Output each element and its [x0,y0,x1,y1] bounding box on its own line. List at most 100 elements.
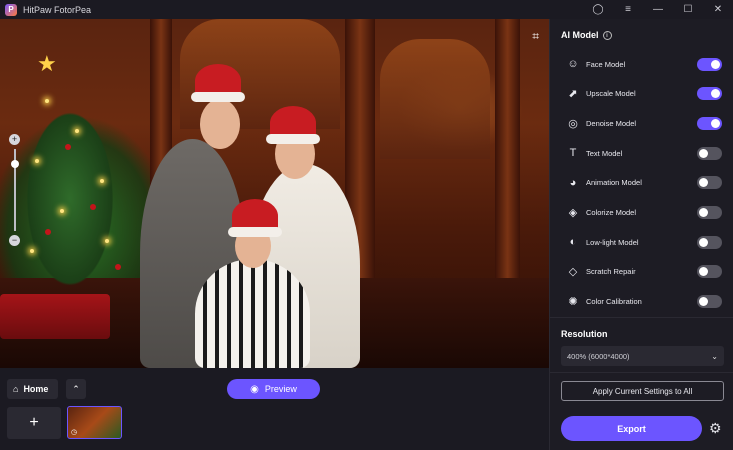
preview-button[interactable]: ◉ Preview [227,379,320,399]
account-icon[interactable]: ◯ [583,0,613,19]
window-controls: ◯ ≡ — ☐ ✕ [583,0,733,19]
model-row[interactable]: T Text Model [566,145,722,161]
model-row[interactable]: ◇ Scratch Repair [566,264,722,280]
toggle-knob [711,118,720,128]
family-photo [140,54,370,368]
model-row[interactable]: ☺ Face Model [566,56,722,72]
model-label: Denoise Model [586,118,637,128]
santa-hat [228,199,282,237]
chevron-up-icon: ⌃ [72,383,80,394]
tree-ornament [65,144,71,150]
home-label: Home [23,384,49,394]
santa-hat [191,64,245,102]
model-toggle[interactable] [697,206,722,219]
model-toggle[interactable] [697,57,722,71]
app-title: HitPaw FotorPea [23,4,92,15]
panel-title: AI Model i [561,30,612,40]
close-button[interactable]: ✕ [703,0,733,19]
model-label: Low-light Model [586,237,639,247]
plus-icon: + [29,414,39,431]
home-icon: ⌂ [13,384,19,394]
toggle-knob [699,208,708,217]
image-canvas[interactable]: ★ ⌗ + − [0,19,549,368]
face-icon: ☺ [567,58,579,70]
export-button[interactable]: Export [561,416,702,441]
resolution-value: 400% (6000*4000) [567,351,630,361]
model-row[interactable]: ◐ Low-light Model [566,234,722,250]
model-row[interactable]: ◈ Colorize Model [566,205,722,221]
apply-to-all-button[interactable]: Apply Current Settings to All [561,381,724,401]
low-light-icon: ◐ [569,236,577,249]
model-label: Upscale Model [586,89,636,99]
model-label: Face Model [586,59,626,69]
toggle-knob [699,297,708,307]
ai-model-panel: AI Model i ☺ Face Model ⬈ Upscale Model ◎ Den… [549,19,733,450]
toggle-knob [711,59,720,69]
model-toggle[interactable] [697,235,722,249]
tree-light [105,239,109,243]
model-row[interactable]: ✺ Color Calibration [566,294,722,310]
gift-boxes [0,294,110,339]
santa-hat [266,106,320,144]
tree-ornament [90,204,96,210]
ai-model-heading: AI Model [561,30,599,40]
app-logo: P [5,3,17,16]
clock-icon: ◷ [71,429,78,436]
tree-light [30,249,34,253]
model-label: Animation Model [586,178,642,188]
tree-ornament [115,264,121,270]
toggle-knob [699,178,708,188]
toggle-knob [699,267,708,277]
preview-label: Preview [264,384,297,394]
model-toggle[interactable] [697,295,722,309]
tree-light [35,159,39,163]
model-row[interactable]: ⬈ Upscale Model [566,86,722,102]
menu-icon[interactable]: ≡ [613,0,643,19]
model-toggle[interactable] [697,87,722,101]
upscale-icon: ⬈ [568,88,578,101]
animation-icon: ◕ [569,176,577,189]
model-label: Colorize Model [586,208,637,217]
resolution-select[interactable]: 400% (6000*4000) ⌄ [561,346,724,366]
background-arch [380,39,490,159]
home-button[interactable]: ⌂ Home [7,379,58,399]
model-toggle[interactable] [697,265,722,279]
tree-light [60,209,64,213]
zoom-track[interactable] [11,149,19,231]
model-row[interactable]: ◎ Denoise Model [566,115,722,131]
eye-icon: ◉ [250,383,259,395]
model-label: Text Model [586,148,623,158]
model-toggle[interactable] [697,146,722,160]
zoom-in-button[interactable]: + [9,134,20,145]
collapse-button[interactable]: ⌃ [66,379,86,399]
crop-icon[interactable]: ⌗ [532,29,539,44]
add-image-button[interactable]: + [7,407,61,439]
tree-light [75,129,79,133]
colorize-icon: ◈ [568,207,578,219]
model-label: Scratch Repair [586,267,636,277]
color-calibration-icon: ✺ [568,296,578,309]
minimize-button[interactable]: — [643,0,673,19]
girl-sweater [195,259,310,368]
image-thumbnail[interactable]: ◷ [67,406,122,439]
maximize-button[interactable]: ☐ [673,0,703,19]
title-bar: P HitPaw FotorPea ◯ ≡ — ☐ ✕ [0,0,733,19]
divider [550,372,733,373]
zoom-out-button[interactable]: − [9,235,20,246]
bottom-bar: ⌂ Home ⌃ ◉ Preview + ◷ [0,368,549,450]
scratch-repair-icon: ◇ [568,266,578,279]
toggle-knob [699,148,708,158]
man-face [200,99,240,149]
info-icon[interactable]: i [602,30,612,40]
zoom-handle[interactable] [11,160,19,169]
model-row[interactable]: ◕ Animation Model [566,175,722,191]
gear-icon[interactable]: ⚙ [709,420,722,437]
background-pillar [495,19,520,289]
zoom-slider[interactable]: + − [9,134,21,249]
model-toggle[interactable] [697,116,722,130]
toggle-knob [711,89,720,99]
tree-light [45,99,49,103]
divider [550,317,733,318]
model-toggle[interactable] [697,176,722,190]
denoise-icon: ◎ [568,117,578,130]
